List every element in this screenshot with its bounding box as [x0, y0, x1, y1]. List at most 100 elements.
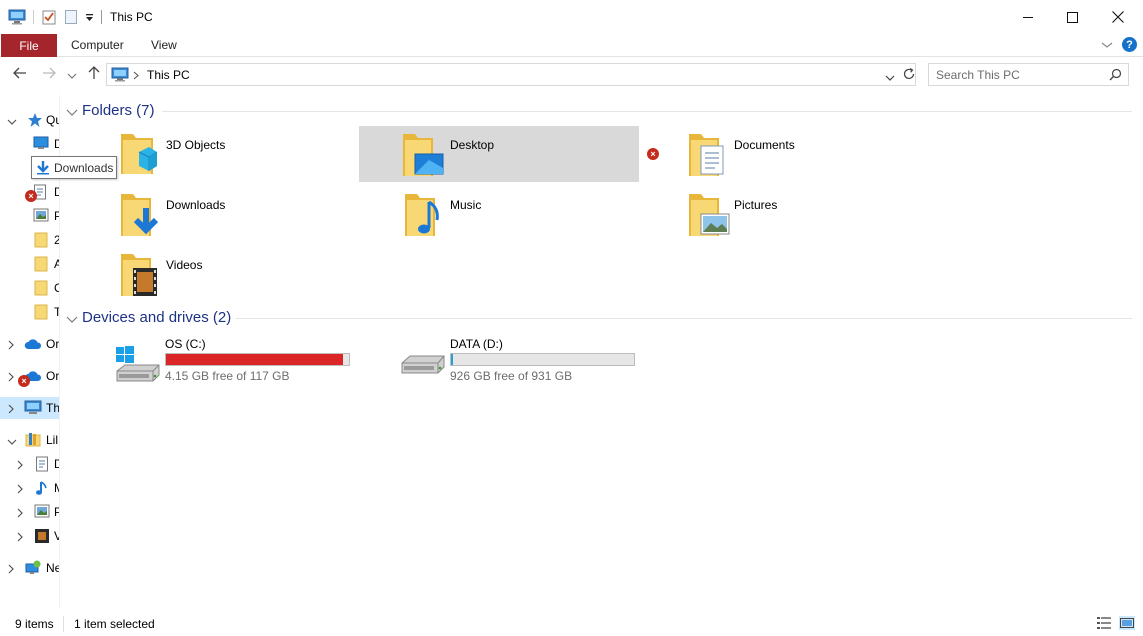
- nav-item-lib-music[interactable]: M: [0, 478, 60, 498]
- search-placeholder: Search This PC: [936, 68, 1020, 82]
- folder-label: Pictures: [734, 198, 778, 212]
- chevron-right-icon[interactable]: [7, 371, 15, 385]
- address-dropdown-icon[interactable]: [885, 71, 895, 85]
- chevron-down-icon[interactable]: [66, 313, 78, 327]
- documents-folder-icon: [687, 130, 727, 183]
- search-icon[interactable]: [1109, 68, 1122, 84]
- chevron-down-icon[interactable]: [7, 435, 17, 449]
- folders-group-title: Folders (7): [82, 102, 155, 119]
- maximize-button[interactable]: [1049, 0, 1095, 34]
- folder-music[interactable]: Music: [401, 186, 681, 242]
- drive-c[interactable]: OS (C:) 4.15 GB free of 117 GB: [115, 337, 395, 393]
- nav-item-this-pc[interactable]: Th: [0, 397, 60, 419]
- nav-item-pictures[interactable]: P: [0, 206, 60, 226]
- ribbon: File Computer View ?: [0, 34, 1143, 57]
- new-folder-icon[interactable]: [64, 9, 78, 28]
- drive-usage-fill: [451, 354, 453, 365]
- nav-item-folder-2[interactable]: A: [0, 254, 60, 274]
- address-bar[interactable]: This PC: [106, 63, 916, 86]
- folder-pictures[interactable]: Pictures: [685, 186, 965, 242]
- drive-free-space: 4.15 GB free of 117 GB: [165, 369, 290, 383]
- close-button[interactable]: [1095, 0, 1141, 34]
- chevron-right-icon[interactable]: [7, 339, 15, 353]
- folder-label: Downloads: [166, 198, 226, 212]
- nav-item-onedrive-1[interactable]: Or: [0, 334, 60, 354]
- os-drive-icon: [115, 345, 161, 386]
- tab-computer[interactable]: Computer: [71, 38, 124, 52]
- folder-documents[interactable]: Documents: [685, 126, 965, 182]
- folder-label: Documents: [734, 138, 795, 152]
- chevron-down-icon[interactable]: [7, 115, 17, 129]
- details-view-button[interactable]: [1096, 616, 1112, 630]
- back-button[interactable]: [12, 65, 28, 84]
- expand-ribbon-icon[interactable]: [1101, 38, 1113, 52]
- forward-button[interactable]: [41, 65, 57, 84]
- group-divider: [236, 318, 1132, 319]
- forward-arrow-icon: [43, 67, 56, 79]
- chevron-right-icon[interactable]: [16, 507, 24, 521]
- refresh-icon[interactable]: [902, 67, 916, 84]
- nav-item-libraries[interactable]: Lil: [0, 430, 60, 450]
- folder-3d-objects[interactable]: 3D Objects: [117, 126, 397, 182]
- customize-qa-dropdown-icon[interactable]: [85, 12, 94, 26]
- nav-item-network[interactable]: Ne: [0, 558, 60, 578]
- minimize-icon: [1023, 16, 1033, 18]
- properties-icon[interactable]: [41, 9, 57, 28]
- title-separator: [101, 10, 102, 24]
- tab-file[interactable]: File: [1, 34, 57, 57]
- drives-group-title: Devices and drives (2): [82, 309, 232, 326]
- downloads-tooltip: Downloads: [31, 156, 117, 179]
- libraries-icon: [25, 432, 41, 450]
- star-icon: [27, 112, 43, 131]
- sync-error-icon: ×: [25, 190, 37, 202]
- this-pc-icon: [24, 400, 42, 418]
- chevron-right-icon[interactable]: [16, 483, 24, 497]
- chevron-right-icon[interactable]: [7, 563, 15, 577]
- data-drive-icon: [400, 351, 446, 384]
- nav-item-label: Ne: [46, 561, 60, 575]
- back-arrow-icon: [13, 67, 26, 79]
- chevron-right-icon[interactable]: [7, 403, 15, 417]
- drive-name: DATA (D:): [450, 337, 503, 351]
- drive-d[interactable]: DATA (D:) 926 GB free of 931 GB: [400, 337, 680, 393]
- nav-item-quick-access[interactable]: Qu: [0, 110, 60, 130]
- large-icons-view-button[interactable]: [1119, 616, 1135, 630]
- nav-item-onedrive-2[interactable]: × Or: [0, 366, 60, 387]
- nav-item-label: Or: [46, 369, 60, 383]
- minimize-button[interactable]: [1005, 0, 1051, 34]
- nav-item-folder-3[interactable]: C: [0, 278, 60, 298]
- tab-view[interactable]: View: [151, 38, 177, 52]
- onedrive-icon: [24, 338, 42, 353]
- chevron-right-icon[interactable]: [16, 531, 24, 545]
- 3d-objects-icon: [119, 130, 159, 181]
- folder-downloads[interactable]: Downloads: [117, 186, 397, 242]
- nav-item-label: Qu: [46, 113, 60, 127]
- drive-free-space: 926 GB free of 931 GB: [450, 369, 573, 383]
- nav-item-folder-1[interactable]: 2: [0, 230, 60, 250]
- up-button[interactable]: [86, 65, 102, 84]
- nav-item-lib-videos[interactable]: V: [0, 526, 60, 546]
- this-pc-app-icon[interactable]: [8, 9, 26, 28]
- nav-item-folder-4[interactable]: T: [0, 302, 60, 322]
- breadcrumb-chevron-icon[interactable]: [133, 69, 139, 83]
- folder-videos[interactable]: Videos: [117, 246, 397, 302]
- chevron-down-icon: [67, 73, 77, 79]
- nav-item-lib-documents[interactable]: D: [0, 454, 60, 474]
- pictures-icon: [33, 208, 49, 225]
- network-icon: [24, 560, 42, 579]
- nav-item-label: Or: [46, 337, 60, 351]
- nav-item-documents[interactable]: × D: [0, 182, 60, 202]
- breadcrumb-this-pc[interactable]: This PC: [147, 68, 190, 82]
- nav-item-desktop[interactable]: D: [0, 134, 60, 154]
- chevron-right-icon[interactable]: [16, 459, 24, 473]
- this-pc-icon: [111, 67, 129, 85]
- folder-desktop[interactable]: Desktop: [359, 126, 639, 182]
- nav-item-lib-pictures[interactable]: P: [0, 502, 60, 522]
- search-box[interactable]: Search This PC: [928, 63, 1129, 86]
- folder-icon: [34, 304, 48, 323]
- recent-locations-button[interactable]: [67, 69, 77, 83]
- drive-usage-bar: [165, 353, 350, 366]
- selection-count: 1 item selected: [74, 617, 155, 631]
- help-button[interactable]: ?: [1122, 37, 1137, 52]
- chevron-down-icon[interactable]: [66, 106, 78, 120]
